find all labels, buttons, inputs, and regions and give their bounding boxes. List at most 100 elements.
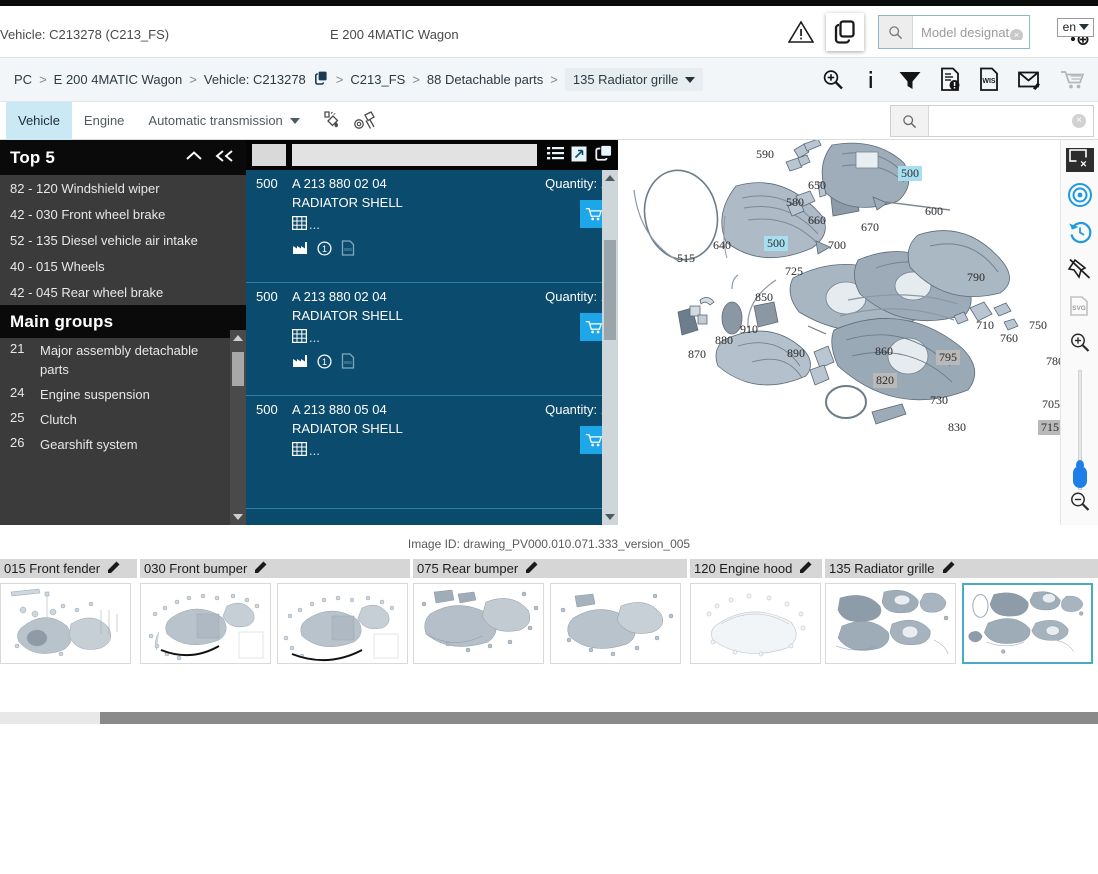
drawing-callout[interactable]: 790	[967, 270, 985, 285]
zoom-in-icon[interactable]	[1065, 329, 1095, 357]
thumbnail-card-selected[interactable]	[962, 583, 1093, 664]
part-list-item[interactable]: 500 A 213 880 02 04 Quantity: 1 RADIATOR…	[246, 170, 618, 283]
language-selector[interactable]: en	[1056, 18, 1094, 37]
fastener-bolt-icon[interactable]	[350, 105, 380, 137]
breadcrumb-item-0[interactable]: PC	[14, 72, 32, 87]
drawing-callout[interactable]: 515	[677, 251, 695, 266]
drawing-callout[interactable]: 580	[786, 195, 804, 210]
drawing-callout[interactable]: 795	[936, 350, 960, 365]
scroll-down-arrow-icon[interactable]	[233, 514, 243, 520]
document-alert-icon[interactable]	[939, 65, 962, 95]
edit-icon[interactable]	[525, 560, 539, 577]
scroll-up-arrow-icon[interactable]	[233, 335, 243, 341]
drawing-callout[interactable]: 600	[925, 204, 943, 219]
main-group-item-24[interactable]: 24 Engine suspension	[0, 382, 246, 407]
drawing-callout[interactable]: 910	[740, 322, 758, 337]
drawing-callout[interactable]: 750	[1029, 318, 1047, 333]
thumbnail-card[interactable]	[0, 583, 131, 664]
chevron-up-icon[interactable]	[184, 148, 204, 168]
edit-icon[interactable]	[254, 560, 268, 577]
drawing-callout[interactable]: 760	[1000, 331, 1018, 346]
drawing-callout[interactable]: 860	[875, 344, 893, 359]
paint-color-icon[interactable]	[316, 105, 346, 137]
parts-list-scrollbar[interactable]	[602, 170, 618, 525]
thumbnail-card[interactable]	[277, 583, 408, 664]
factory-icon[interactable]	[292, 241, 308, 258]
list-view-icon[interactable]	[547, 146, 564, 164]
drawing-callout[interactable]: 725	[785, 264, 803, 279]
cart-icon[interactable]	[1059, 65, 1086, 95]
drawing-callout[interactable]: 590	[756, 147, 774, 162]
breadcrumb-item-1[interactable]: E 200 4MATIC Wagon	[54, 72, 183, 87]
parts-search-box[interactable]: ×	[890, 105, 1094, 137]
edit-icon[interactable]	[942, 560, 956, 577]
top5-item-3[interactable]: 40 - 015 Wheels	[0, 253, 246, 279]
info-icon[interactable]	[861, 65, 881, 95]
filter-icon[interactable]	[897, 65, 923, 95]
drawing-callout[interactable]: 870	[688, 347, 706, 362]
thumbnail-card[interactable]	[550, 583, 681, 664]
drawing-callout[interactable]: 890	[787, 346, 805, 361]
clear-icon[interactable]: ×	[1010, 28, 1023, 40]
breadcrumb-copy-icon[interactable]	[313, 70, 329, 89]
drawing-callout[interactable]: 880	[715, 333, 733, 348]
breadcrumb-current-dropdown[interactable]: 135 Radiator grille	[564, 68, 704, 91]
parts-filter-box[interactable]	[252, 144, 286, 166]
grid-table-icon[interactable]	[291, 215, 308, 233]
main-group-item-26[interactable]: 26 Gearshift system	[0, 432, 246, 457]
unpin-icon[interactable]	[1065, 255, 1095, 283]
scroll-down-arrow-icon[interactable]	[605, 514, 615, 520]
drawing-callout[interactable]: 640	[713, 238, 731, 253]
main-group-item-25[interactable]: 25 Clutch	[0, 407, 246, 432]
copy-icon[interactable]	[826, 13, 864, 51]
part-list-item[interactable]: 500 A 213 880 02 04 Quantity: 1 RADIATOR…	[246, 283, 618, 396]
history-undo-icon[interactable]	[1065, 218, 1095, 246]
clear-icon[interactable]: ×	[1072, 114, 1086, 128]
top5-item-1[interactable]: 42 - 030 Front wheel brake	[0, 201, 246, 227]
breadcrumb-item-3[interactable]: C213_FS	[350, 72, 405, 87]
main-group-item-21[interactable]: 21 Major assembly detachable parts	[0, 338, 246, 382]
drawing-callout[interactable]: 650	[808, 178, 826, 193]
drawing-callout[interactable]: 500	[764, 236, 788, 251]
scrollbar-thumb[interactable]	[232, 352, 244, 386]
drawing-callout[interactable]: 830	[948, 420, 966, 435]
scrollbar-thumb[interactable]	[604, 240, 616, 340]
drawing-callout[interactable]: 670	[861, 220, 879, 235]
drawing-callout[interactable]: 730	[930, 393, 948, 408]
main-groups-scrollbar[interactable]	[230, 330, 246, 525]
drawing-callout[interactable]: 660	[808, 213, 826, 228]
zoom-out-icon[interactable]	[1065, 488, 1095, 516]
tab-vehicle[interactable]: Vehicle	[6, 101, 72, 140]
zoom-in-icon[interactable]	[821, 65, 845, 95]
horizontal-scrollbar[interactable]	[0, 712, 1098, 724]
wis-document-icon[interactable]: WIS	[341, 240, 355, 259]
drawing-callout[interactable]: 820	[873, 373, 897, 388]
target-focus-icon[interactable]	[1065, 181, 1095, 209]
zoom-slider-handle[interactable]	[1072, 460, 1087, 489]
model-designation-search[interactable]: Model designat ×	[878, 15, 1030, 49]
top5-item-4[interactable]: 42 - 045 Rear wheel brake	[0, 279, 246, 305]
zoom-slider[interactable]	[1072, 370, 1087, 491]
thumbnail-card[interactable]	[825, 583, 956, 664]
tab-engine[interactable]: Engine	[72, 102, 136, 140]
drawing-callout[interactable]: 705	[1042, 397, 1060, 412]
grid-table-icon[interactable]	[291, 441, 308, 459]
grid-table-icon[interactable]	[291, 328, 308, 346]
footnote-1-icon[interactable]: 1	[317, 353, 332, 372]
breadcrumb-item-4[interactable]: 88 Detachable parts	[427, 72, 543, 87]
tab-automatic-transmission[interactable]: Automatic transmission	[136, 102, 311, 140]
close-window-icon[interactable]: ×	[1065, 148, 1094, 173]
edit-icon[interactable]	[799, 560, 813, 577]
double-chevron-left-icon[interactable]	[214, 148, 236, 168]
model-search-input[interactable]: Model designat ×	[913, 25, 1029, 40]
footnote-1-icon[interactable]: 1	[317, 240, 332, 259]
breadcrumb-item-2[interactable]: Vehicle: C213278	[204, 72, 306, 87]
part-list-item[interactable]: 500 A 213 880 05 04 Quantity: 1 RADIATOR…	[246, 396, 618, 509]
thumbnail-card[interactable]	[413, 583, 544, 664]
copy-icon[interactable]	[594, 145, 612, 165]
wis-document-icon[interactable]: WIS	[341, 353, 355, 372]
drawing-callout[interactable]: 850	[755, 290, 773, 305]
factory-icon[interactable]	[292, 354, 308, 371]
top5-item-2[interactable]: 52 - 135 Diesel vehicle air intake	[0, 227, 246, 253]
warning-triangle-icon[interactable]	[784, 15, 818, 49]
